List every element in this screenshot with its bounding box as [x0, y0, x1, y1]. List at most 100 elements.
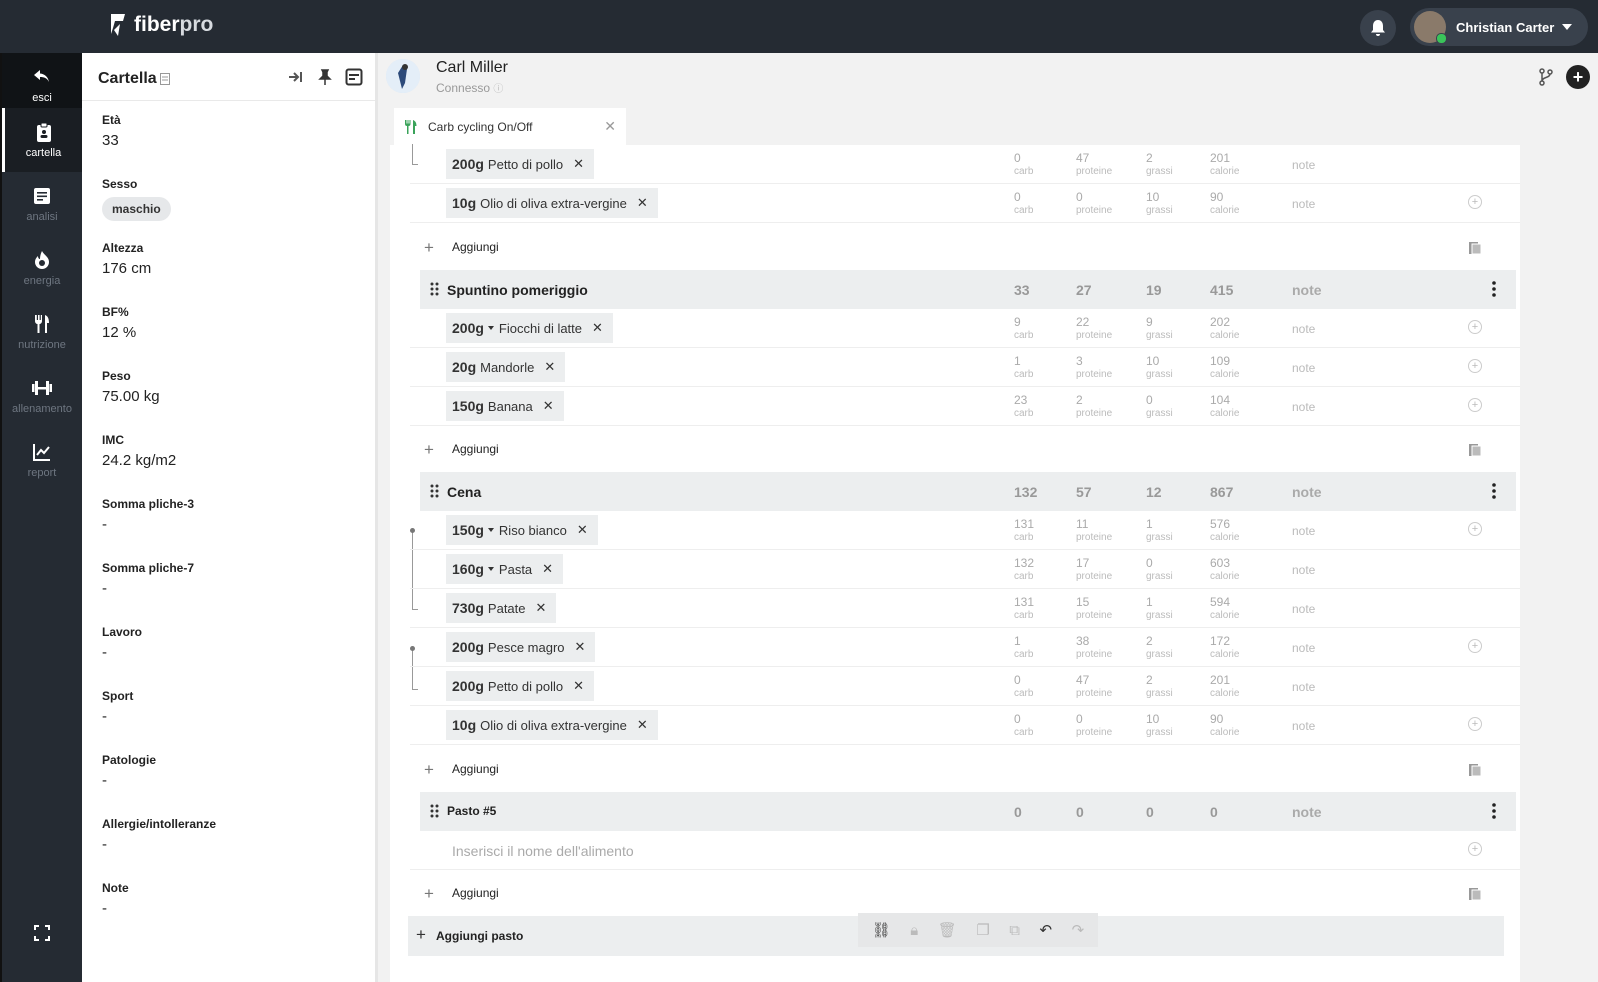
add-circle-icon[interactable]: + [1468, 522, 1482, 536]
unlink-icon[interactable]: ⛓ [872, 921, 891, 939]
remove-icon[interactable]: ✕ [536, 600, 547, 616]
food-chip[interactable]: 10g Olio di oliva extra-vergine ✕ [446, 710, 658, 740]
undo-icon[interactable]: ↶ [1040, 921, 1053, 939]
nav-item-allenamento[interactable]: allenamento [2, 364, 82, 428]
paste-icon[interactable] [1468, 442, 1482, 457]
remove-icon[interactable]: ✕ [637, 717, 648, 733]
macro-value: 2 [1146, 634, 1153, 648]
nav-item-energia[interactable]: energia [2, 236, 82, 300]
food-chip[interactable]: 10g Olio di oliva extra-vergine ✕ [446, 188, 658, 218]
meal-total-prot: 57 [1076, 484, 1092, 500]
note-field[interactable]: note [1292, 719, 1315, 733]
layout-toggle-icon[interactable] [345, 68, 363, 86]
drag-handle-icon[interactable] [430, 804, 440, 818]
food-chip[interactable]: 20g Mandorle ✕ [446, 352, 566, 382]
drag-handle-icon[interactable] [430, 484, 440, 498]
add-food-row[interactable]: + Aggiungi [410, 872, 1520, 914]
macro-value: 0 [1014, 151, 1021, 165]
remove-icon[interactable]: ✕ [592, 320, 603, 336]
close-icon[interactable]: ✕ [604, 118, 616, 135]
note-field[interactable]: note [1292, 641, 1315, 655]
food-chip[interactable]: 200g Pesce magro ✕ [446, 632, 596, 662]
remove-icon[interactable]: ✕ [573, 156, 584, 172]
food-search-input[interactable]: Inserisci il nome dell'alimento [452, 843, 634, 859]
info-icon[interactable]: ⓘ [493, 84, 503, 95]
remove-icon[interactable]: ✕ [544, 359, 555, 375]
field-label: Somma pliche-7 [102, 561, 195, 575]
meal-plan-content: 200g Petto di pollo ✕ 0 carb 47 proteine 2 grass… [390, 144, 1520, 982]
nav-item-cartella[interactable]: cartella [2, 108, 82, 172]
field-8: Lavoro - [102, 625, 142, 661]
add-food-row[interactable]: + Aggiungi [410, 428, 1520, 470]
remove-icon[interactable]: ✕ [542, 561, 553, 577]
meal-name[interactable]: Pasto #5 [447, 804, 496, 818]
food-chip[interactable]: 200g Fiocchi di latte ✕ [446, 313, 613, 343]
food-chip[interactable]: 150g Riso bianco ✕ [446, 515, 598, 545]
food-row: 200g Pesce magro ✕ 1 carb 38 proteine 2 grassi 17… [410, 628, 1520, 667]
chevron-down-icon[interactable] [487, 528, 494, 532]
food-chip[interactable]: 160g Pasta ✕ [446, 554, 564, 584]
remove-icon[interactable]: ✕ [637, 195, 648, 211]
paste-icon[interactable] [1468, 762, 1482, 777]
note-field[interactable]: note [1292, 361, 1315, 375]
food-chip[interactable]: 200g Petto di pollo ✕ [446, 671, 594, 701]
chevron-down-icon[interactable] [487, 326, 494, 330]
lock-icon[interactable]: 🔒︎ [910, 922, 918, 939]
add-button[interactable]: + [1566, 65, 1590, 89]
meal-name[interactable]: Spuntino pomeriggio [447, 282, 588, 298]
branch-icon[interactable] [1538, 68, 1554, 86]
duplicate-icon[interactable]: ⧉ [1009, 922, 1020, 939]
more-vertical-icon[interactable] [1492, 483, 1496, 499]
remove-icon[interactable]: ✕ [573, 678, 584, 694]
nav-item-report[interactable]: report [2, 428, 82, 492]
pin-icon[interactable] [316, 68, 334, 86]
more-vertical-icon[interactable] [1492, 281, 1496, 297]
trash-icon[interactable]: 🗑︎ [938, 921, 957, 939]
add-circle-icon[interactable]: + [1468, 320, 1482, 334]
remove-icon[interactable]: ✕ [575, 639, 586, 655]
nav-item-analisi[interactable]: analisi [2, 172, 82, 236]
note-field[interactable]: note [1292, 158, 1315, 172]
drag-handle-icon[interactable] [430, 282, 440, 296]
notifications-button[interactable] [1360, 10, 1396, 46]
paste-icon[interactable] [1468, 240, 1482, 255]
fullscreen-icon[interactable] [32, 923, 52, 943]
add-circle-icon[interactable]: + [1468, 398, 1482, 412]
note-field[interactable]: note [1292, 602, 1315, 616]
add-circle-icon[interactable]: + [1468, 639, 1482, 653]
add-circle-icon[interactable]: + [1468, 717, 1482, 731]
food-chip[interactable]: 150g Banana ✕ [446, 391, 564, 421]
user-menu[interactable]: Christian Carter [1410, 8, 1588, 46]
add-circle-icon[interactable]: + [1468, 842, 1482, 856]
meal-name[interactable]: Cena [447, 484, 481, 500]
patient-avatar[interactable] [386, 59, 420, 93]
paste-icon[interactable] [1468, 886, 1482, 901]
meal-note[interactable]: note [1292, 282, 1322, 298]
meal-note[interactable]: note [1292, 484, 1322, 500]
note-field[interactable]: note [1292, 322, 1315, 336]
note-field[interactable]: note [1292, 524, 1315, 538]
more-vertical-icon[interactable] [1492, 803, 1496, 819]
note-field[interactable]: note [1292, 197, 1315, 211]
remove-icon[interactable]: ✕ [577, 522, 588, 538]
meal-note[interactable]: note [1292, 804, 1322, 820]
add-circle-icon[interactable]: + [1468, 359, 1482, 373]
redo-icon[interactable]: ↷ [1072, 921, 1085, 939]
collapse-panel-icon[interactable] [287, 68, 305, 86]
remove-icon[interactable]: ✕ [543, 398, 554, 414]
copy-icon[interactable]: ❐ [976, 921, 989, 939]
food-chip[interactable]: 730g Patate ✕ [446, 593, 557, 623]
food-chip[interactable]: 200g Petto di pollo ✕ [446, 149, 594, 179]
note-field[interactable]: note [1292, 400, 1315, 414]
add-food-row[interactable]: + Aggiungi [410, 226, 1520, 268]
panel-title: Cartella [98, 70, 157, 87]
add-circle-icon[interactable]: + [1468, 195, 1482, 209]
chevron-down-icon[interactable] [487, 567, 494, 571]
meal-total-fat: 12 [1146, 484, 1162, 500]
add-food-row[interactable]: + Aggiungi [410, 748, 1520, 790]
brand-logo[interactable]: fiber pro [108, 12, 213, 38]
note-field[interactable]: note [1292, 680, 1315, 694]
tab-diet-plan[interactable]: Carb cycling On/Off ✕ [394, 108, 626, 145]
note-field[interactable]: note [1292, 563, 1315, 577]
nav-item-nutrizione[interactable]: nutrizione [2, 300, 82, 364]
